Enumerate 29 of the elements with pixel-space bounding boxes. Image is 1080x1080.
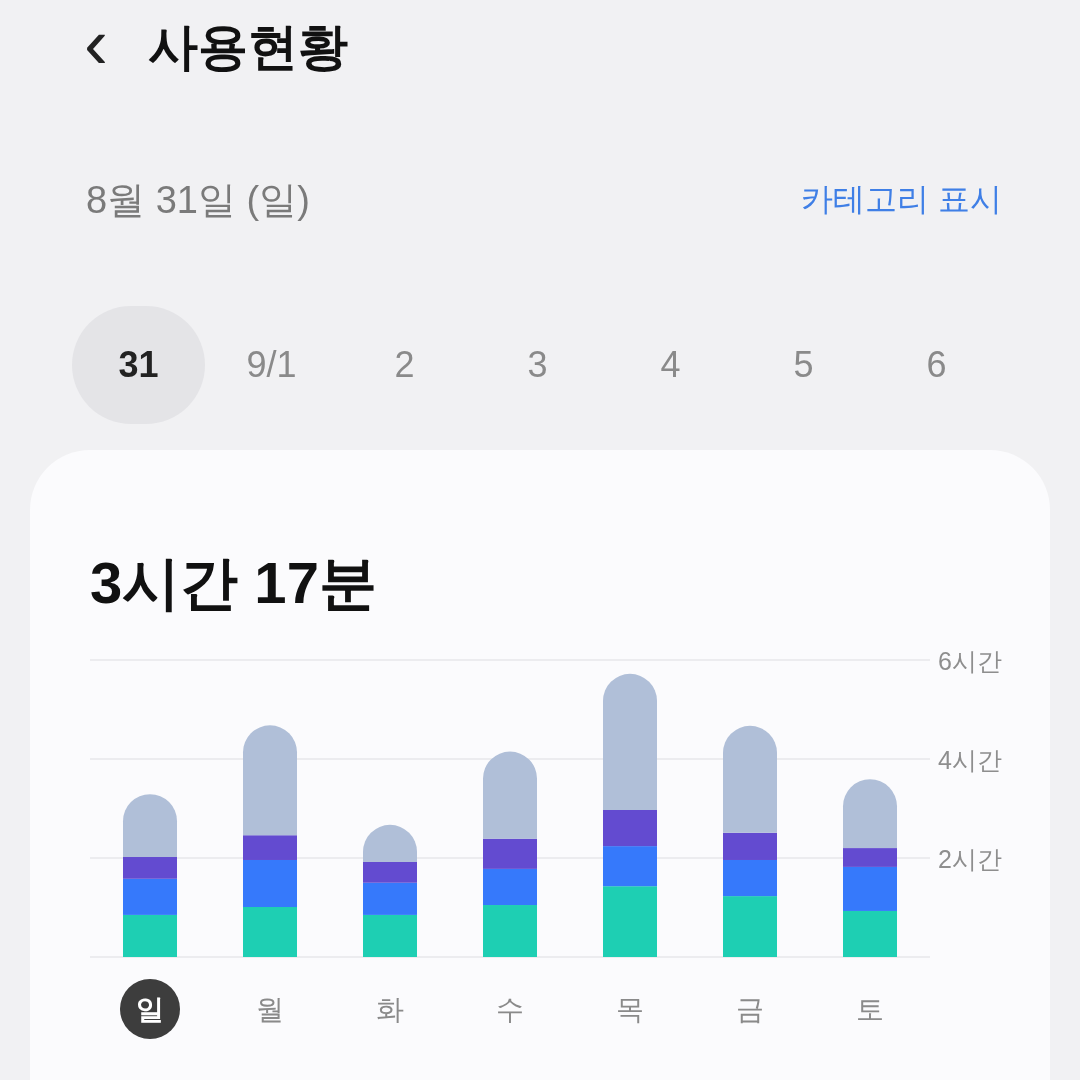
back-button[interactable]: ‹ [84,6,108,79]
total-usage-time: 3시간 17분 [90,549,377,617]
date-tab[interactable]: 6 [870,306,1003,424]
weekday-label[interactable]: 금 [736,994,764,1025]
weekday-label[interactable]: 일 [120,979,180,1039]
axis-tick-label: 6시간 [938,647,1002,675]
weekday-label[interactable]: 수 [496,994,524,1025]
weekday-label[interactable]: 토 [856,994,884,1025]
date-tab[interactable]: 5 [737,306,870,424]
selected-date: 8월 31일 (일) [86,177,310,223]
bar-segment [243,907,297,957]
date-tab[interactable]: 31 [72,306,205,424]
category-toggle-link[interactable]: 카테고리 표시 [801,178,1002,222]
date-tab[interactable]: 4 [604,306,737,424]
weekday-label[interactable]: 월 [256,994,284,1025]
bar-segment [483,868,537,906]
weekday-label[interactable]: 목 [616,994,644,1025]
x-tick-label: 일 [136,994,164,1025]
bar-segment [363,914,417,957]
bar-segment [123,914,177,957]
bar-segment [483,905,537,957]
weekday-label[interactable]: 화 [376,994,404,1025]
date-tab[interactable]: 3 [471,306,604,424]
axis-tick-label: 2시간 [938,845,1002,873]
page-title: 사용현황 [148,18,348,77]
date-tab[interactable]: 9/1 [205,306,338,424]
bar-segment [843,910,897,957]
date-tab[interactable]: 2 [338,306,471,424]
axis-tick-label: 4시간 [938,746,1002,774]
